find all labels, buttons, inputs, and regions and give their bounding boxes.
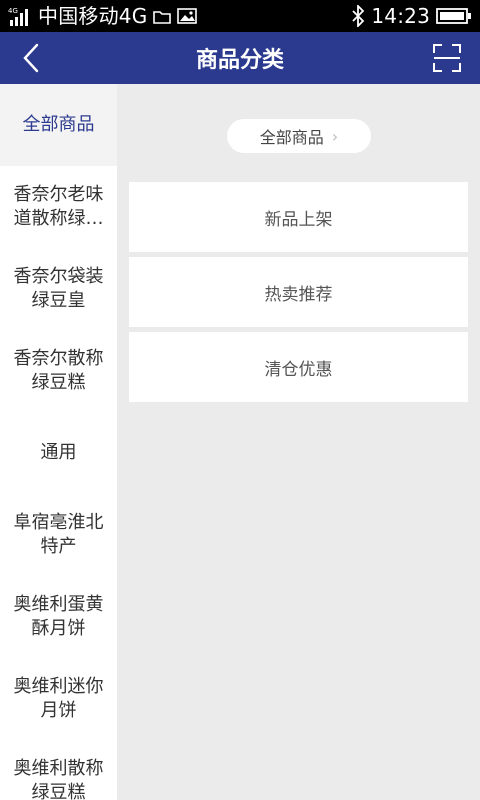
status-left: 4G 中国移动4G bbox=[8, 0, 198, 32]
carrier-name: 中国移动4G bbox=[38, 4, 148, 28]
status-right: 14:23 bbox=[351, 0, 472, 32]
bluetooth-icon bbox=[351, 5, 365, 27]
sidebar-item-label: 香奈尔老味道散称绿… bbox=[13, 184, 104, 229]
breadcrumb-label: 全部商品 bbox=[259, 128, 324, 147]
clock-time: 14:23 bbox=[371, 4, 430, 28]
page-title: 商品分类 bbox=[195, 48, 284, 73]
sidebar-item-6[interactable]: 奥维利蛋黄酥月饼 bbox=[0, 576, 117, 658]
app-header: 商品分类 bbox=[0, 32, 480, 84]
folder-icon bbox=[153, 8, 172, 24]
chevron-right-icon: › bbox=[331, 126, 339, 146]
sidebar-item-1[interactable]: 香奈尔老味道散称绿… bbox=[0, 166, 117, 248]
svg-text:4G: 4G bbox=[8, 7, 18, 15]
breadcrumb[interactable]: 全部商品 › bbox=[227, 119, 371, 153]
sidebar-item-label: 阜宿亳淮北特产 bbox=[13, 512, 104, 557]
signal-strength-icon: 4G bbox=[8, 6, 32, 26]
subcategory-card[interactable]: 热卖推荐 bbox=[129, 257, 468, 327]
sidebar-item-label: 通用 bbox=[40, 442, 77, 463]
chevron-left-icon bbox=[23, 43, 39, 73]
subcategory-card[interactable]: 清仓优惠 bbox=[129, 332, 468, 402]
sidebar-item-label: 奥维利迷你月饼 bbox=[13, 676, 104, 721]
sidebar-item-3[interactable]: 香奈尔散称绿豆糕 bbox=[0, 330, 117, 412]
sidebar-item-label: 全部商品 bbox=[22, 114, 95, 135]
subcategory-label: 新品上架 bbox=[264, 209, 333, 230]
sidebar-item-label: 奥维利散称绿豆糕 bbox=[13, 758, 104, 800]
subcategory-label: 热卖推荐 bbox=[264, 284, 333, 305]
subcategory-card[interactable]: 新品上架 bbox=[129, 182, 468, 252]
sidebar-item-7[interactable]: 奥维利迷你月饼 bbox=[0, 658, 117, 740]
category-sidebar: 全部商品 香奈尔老味道散称绿… 香奈尔袋装绿豆皇 香奈尔散称绿豆糕 通用 阜宿亳… bbox=[0, 84, 117, 800]
battery-icon bbox=[436, 7, 472, 25]
sidebar-item-8[interactable]: 奥维利散称绿豆糕 bbox=[0, 740, 117, 800]
sidebar-item-label: 奥维利蛋黄酥月饼 bbox=[13, 594, 104, 639]
sidebar-item-all[interactable]: 全部商品 bbox=[0, 84, 117, 166]
back-button[interactable] bbox=[14, 40, 50, 76]
status-bar: 4G 中国移动4G 14:23 bbox=[0, 0, 480, 32]
sidebar-item-label: 香奈尔散称绿豆糕 bbox=[13, 348, 104, 393]
sidebar-item-5[interactable]: 阜宿亳淮北特产 bbox=[0, 494, 117, 576]
scan-button[interactable] bbox=[430, 41, 464, 75]
subcategory-label: 清仓优惠 bbox=[264, 359, 333, 380]
category-content: 全部商品 › 新品上架 热卖推荐 清仓优惠 bbox=[117, 84, 480, 800]
scan-icon bbox=[433, 44, 461, 72]
sidebar-item-label: 香奈尔袋装绿豆皇 bbox=[13, 266, 104, 311]
sidebar-item-2[interactable]: 香奈尔袋装绿豆皇 bbox=[0, 248, 117, 330]
image-icon bbox=[177, 8, 198, 24]
sidebar-item-4[interactable]: 通用 bbox=[0, 412, 117, 494]
